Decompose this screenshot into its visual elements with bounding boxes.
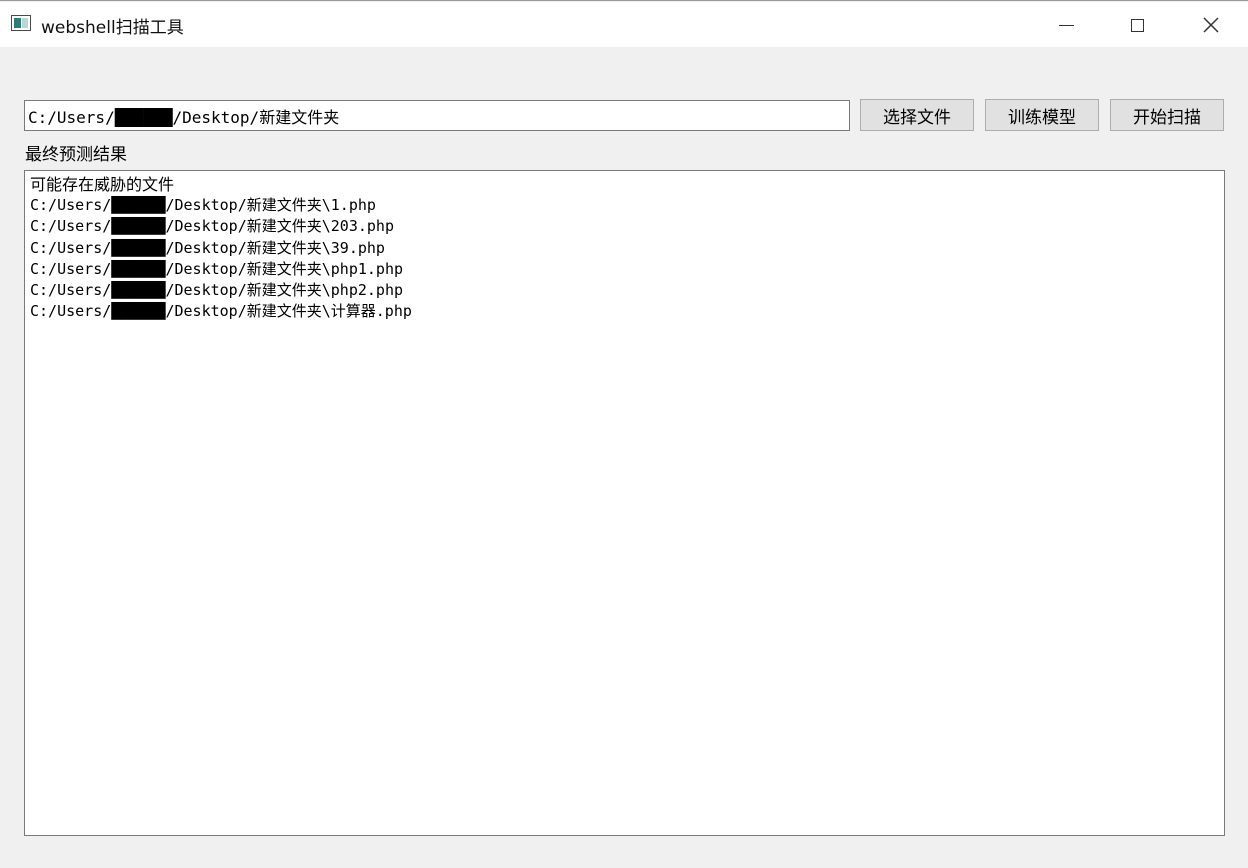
minimize-icon [1058, 24, 1074, 26]
train-model-button[interactable]: 训练模型 [985, 99, 1099, 131]
path-input[interactable] [24, 100, 850, 131]
start-scan-button[interactable]: 开始扫描 [1110, 99, 1224, 131]
select-file-button[interactable]: 选择文件 [860, 99, 974, 131]
minimize-button[interactable] [1037, 3, 1095, 47]
maximize-icon [1130, 18, 1144, 32]
close-button[interactable] [1182, 3, 1240, 47]
app-window: webshell扫描工具 选择文件 训练模型 开始扫描 最终预测结果 可能存在威… [0, 0, 1248, 868]
result-file-line: C:/Users/██████/Desktop/新建文件夹\计算器.php [30, 302, 412, 321]
results-text-area[interactable]: 可能存在威胁的文件 C:/Users/██████/Desktop/新建文件夹\… [24, 170, 1225, 836]
results-label: 最终预测结果 [25, 145, 127, 165]
result-file-line: C:/Users/██████/Desktop/新建文件夹\203.php [30, 217, 394, 236]
close-icon [1203, 17, 1219, 33]
title-bar[interactable]: webshell扫描工具 [0, 2, 1248, 47]
app-window-icon [11, 15, 31, 31]
result-file-line: C:/Users/██████/Desktop/新建文件夹\39.php [30, 238, 385, 257]
maximize-button[interactable] [1108, 3, 1166, 47]
result-file-line: C:/Users/██████/Desktop/新建文件夹\php1.php [30, 259, 404, 278]
result-file-line: C:/Users/██████/Desktop/新建文件夹\1.php [30, 196, 376, 215]
result-file-line: C:/Users/██████/Desktop/新建文件夹\php2.php [30, 280, 404, 299]
window-title: webshell扫描工具 [41, 18, 184, 38]
results-header: 可能存在威胁的文件 [30, 175, 175, 194]
